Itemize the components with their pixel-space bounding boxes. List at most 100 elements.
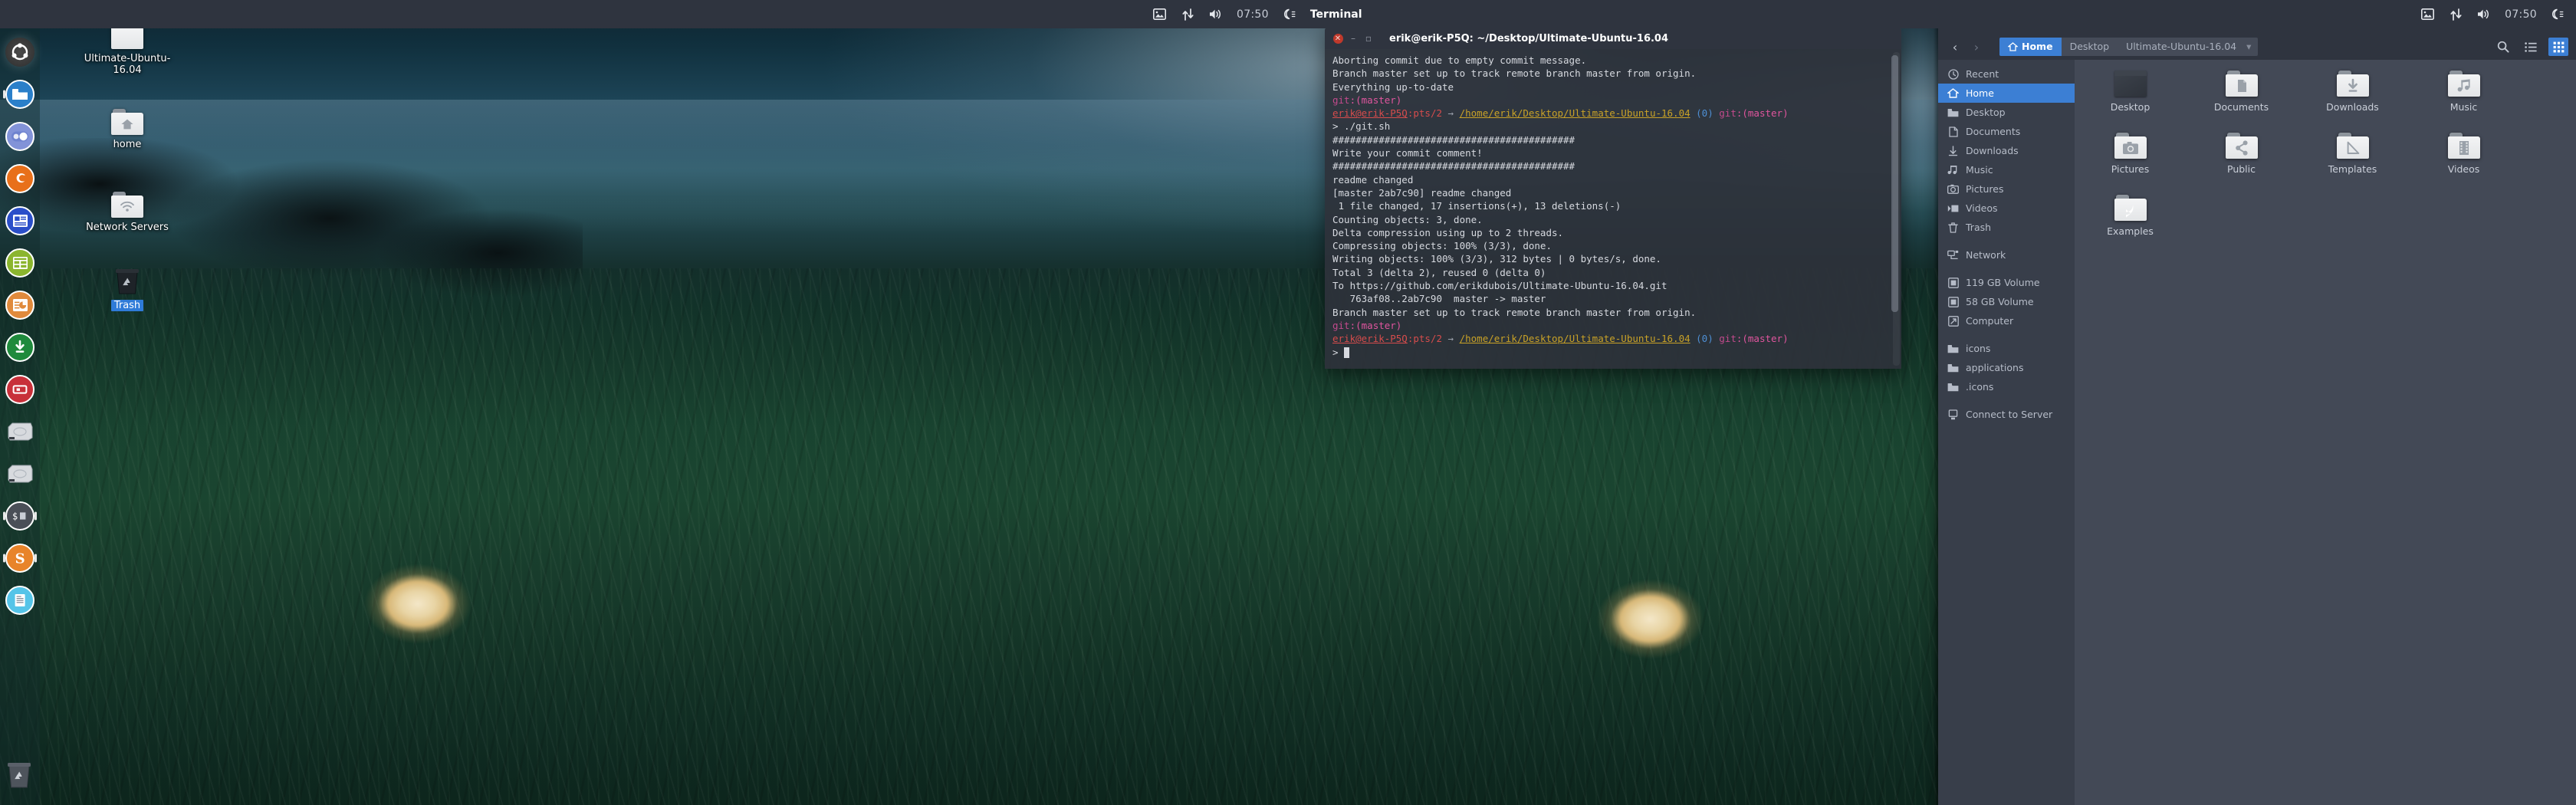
top-panel: 07:50 Terminal 07:50 [0,0,2576,28]
file-item-public[interactable]: Public [2186,133,2297,189]
disk-119gb-icon[interactable] [5,417,34,446]
dock-running-indicator [34,554,37,563]
sidebar-item-home[interactable]: Home [1938,84,2075,103]
list-view-icon[interactable] [2521,38,2541,56]
file-item-desktop[interactable]: Desktop [2075,71,2186,127]
file-manager-window[interactable]: ✕ – ▫ Home ‹ › Home Desktop Ultimate-Ubu… [1934,12,2576,805]
sidebar-item-label: 119 GB Volume [1966,277,2040,288]
svg-text:S: S [15,551,25,567]
desktop-icon-home[interactable]: home [81,109,173,150]
image-icon[interactable] [2420,7,2435,22]
help-icon[interactable] [5,375,34,404]
link-folder-icon [2114,195,2147,221]
terminal-titlebar[interactable]: ✕ – ▫ erik@erik-P5Q: ~/Desktop/Ultimate-… [1325,28,1901,49]
power-moon-icon[interactable] [1282,7,1297,22]
sidebar-item-58-gb-volume[interactable]: 58 GB Volume [1938,292,2075,311]
disk-58gb-icon[interactable] [5,459,34,488]
maximize-button[interactable]: ▫ [1363,33,1374,44]
sidebar-item-documents[interactable]: Documents [1938,122,2075,141]
sidebar-item-pictures[interactable]: Pictures [1938,179,2075,199]
file-item-templates[interactable]: Templates [2297,133,2408,189]
sidebar-item-label: icons [1966,343,1991,354]
volume-icon[interactable] [1208,7,1224,22]
music-icon [1947,164,1959,176]
forward-button[interactable]: › [1967,38,1986,56]
sidebar-item-recent[interactable]: Recent [1938,64,2075,84]
dock-running-indicator [3,90,5,99]
sidebar-item-label: Documents [1966,126,2021,137]
breadcrumb: Home Desktop Ultimate-Ubuntu-16.04 ▾ [1999,38,2259,56]
breadcrumb-item-ultimate-ubuntu[interactable]: Ultimate-Ubuntu-16.04 [2118,38,2245,56]
file-item-label: Pictures [2111,163,2150,175]
trash-icon [116,269,139,294]
sidebar-item-label: Connect to Server [1966,409,2053,420]
network-updown-icon[interactable] [1180,7,1195,22]
text-editor-icon[interactable] [5,586,34,615]
power-moon-icon[interactable] [2550,7,2565,22]
sidebar-separator [1938,396,2075,405]
dock-running-indicator [34,511,37,521]
desktop-icon-ultimate-ubuntu[interactable]: Ultimate-Ubuntu-16.04 [81,23,173,76]
server-icon [1947,409,1959,420]
file-item-label: Templates [2328,163,2377,175]
file-item-videos[interactable]: Videos [2408,133,2519,189]
panel-active-app-title[interactable]: Terminal [1310,8,1362,21]
sidebar-item-icons[interactable]: icons [1938,339,2075,358]
music-folder-icon [2447,71,2480,97]
download-folder-icon [2336,71,2369,97]
file-manager-content[interactable]: Desktop Documents Downloads Music Pictures Pu… [2075,60,2576,805]
folder-icon [1947,362,1959,373]
public-folder-icon [2225,133,2258,159]
breadcrumb-item-desktop[interactable]: Desktop [2062,38,2118,56]
network-updown-icon[interactable] [2448,7,2463,22]
file-item-music[interactable]: Music [2408,71,2519,127]
sidebar-item-icons[interactable]: .icons [1938,377,2075,396]
terminal-window[interactable]: ✕ – ▫ erik@erik-P5Q: ~/Desktop/Ultimate-… [1325,28,1901,369]
terminal-scrollbar[interactable] [1891,52,1900,366]
files-icon[interactable] [3,80,34,109]
firefox-icon[interactable] [5,164,34,193]
sidebar-item-trash[interactable]: Trash [1938,218,2075,237]
sidebar-item-label: Music [1966,164,1993,176]
settings-icon[interactable] [5,122,34,151]
breadcrumb-overflow-icon[interactable]: ▾ [2245,38,2258,56]
panel-clock[interactable]: 07:50 [1237,8,1269,21]
libreoffice-impress-icon[interactable] [5,291,34,320]
system-tray-right: 07:50 [2420,0,2565,28]
sidebar-item-network[interactable]: Network [1938,245,2075,264]
search-icon[interactable] [2493,38,2513,56]
libreoffice-writer-icon[interactable] [5,206,34,235]
grid-view-icon[interactable] [2548,38,2568,56]
breadcrumb-item-home[interactable]: Home [1999,38,2062,56]
file-item-pictures[interactable]: Pictures [2075,133,2186,189]
desktop-icon-network-servers[interactable]: Network Servers [81,192,173,233]
panel-clock[interactable]: 07:50 [2505,8,2537,21]
terminal-body[interactable]: Aborting commit due to empty commit mess… [1325,49,1901,369]
sidebar-item-desktop[interactable]: Desktop [1938,103,2075,122]
sidebar-item-computer[interactable]: Computer [1938,311,2075,330]
document-folder-icon [2225,71,2258,97]
close-button[interactable]: ✕ [1332,33,1343,44]
file-item-examples[interactable]: Examples [2075,195,2186,251]
terminal-scrollbar-thumb[interactable] [1891,55,1898,312]
minimize-button[interactable]: – [1348,33,1359,44]
sidebar-item-applications[interactable]: applications [1938,358,2075,377]
desktop-icon-trash[interactable]: Trash [81,267,173,311]
sidebar-item-music[interactable]: Music [1938,160,2075,179]
sidebar-item-119-gb-volume[interactable]: 119 GB Volume [1938,273,2075,292]
sidebar-item-videos[interactable]: Videos [1938,199,2075,218]
software-updater-icon[interactable] [5,333,34,362]
sidebar-item-downloads[interactable]: Downloads [1938,141,2075,160]
image-icon[interactable] [1152,7,1167,22]
terminal-icon[interactable]: $ [3,501,37,531]
dock-trash-icon[interactable] [5,761,33,793]
file-item-downloads[interactable]: Downloads [2297,71,2408,127]
sublime-text-icon[interactable]: S [3,544,37,573]
file-item-documents[interactable]: Documents [2186,71,2297,127]
ubuntu-dash-icon[interactable] [5,38,34,67]
libreoffice-calc-icon[interactable] [5,248,34,278]
sidebar-item-connect-to-server[interactable]: Connect to Server [1938,405,2075,424]
desktop-icon-label: Network Servers [86,222,169,233]
volume-icon[interactable] [2476,7,2492,22]
back-button[interactable]: ‹ [1946,38,1964,56]
